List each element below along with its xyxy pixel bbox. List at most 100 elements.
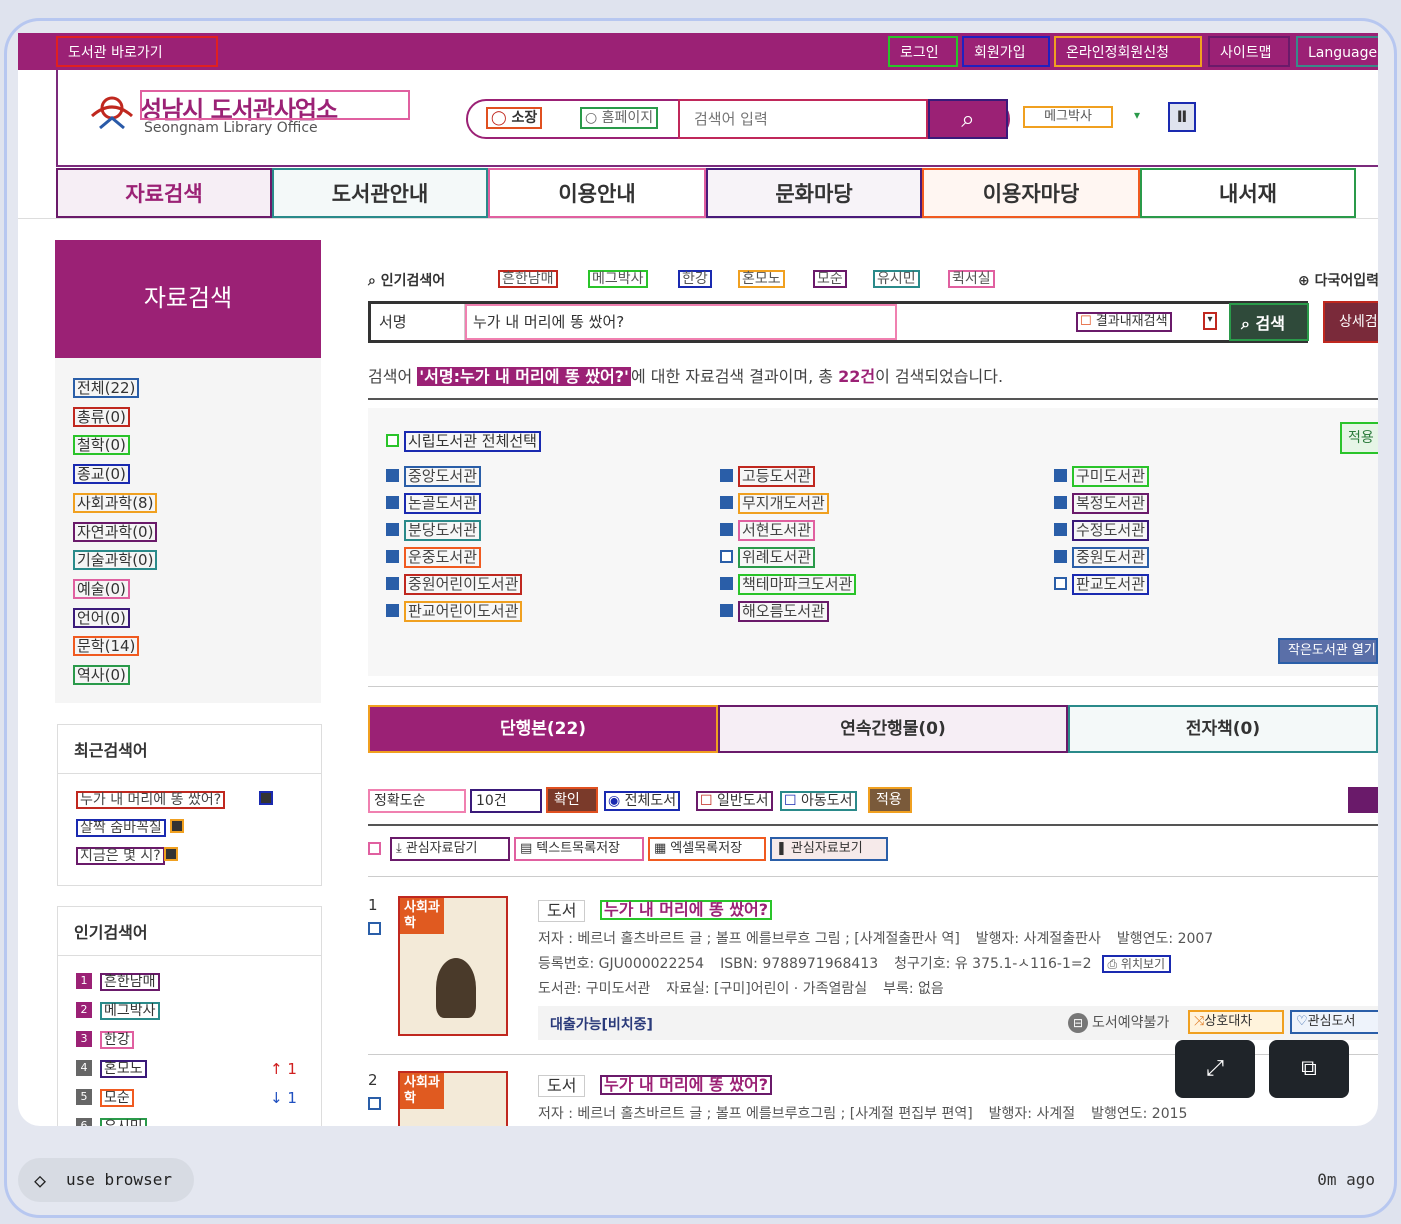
ticker-down-icon[interactable]: ▾: [1134, 108, 1140, 122]
popular-term[interactable]: 흔한남매: [100, 973, 160, 991]
library-checkbox[interactable]: [386, 469, 399, 482]
search-field-select[interactable]: 서명: [371, 304, 465, 340]
library-shortcut-link[interactable]: 도서관 바로가기: [56, 36, 218, 67]
library-checkbox[interactable]: [720, 523, 733, 536]
location-button[interactable]: ⎙ 위치보기: [1101, 955, 1172, 973]
result-title-link[interactable]: 누가 내 머리에 똥 쌌어?: [600, 900, 773, 920]
library-checkbox[interactable]: [1054, 496, 1067, 509]
popular-term[interactable]: 메그박사: [100, 1002, 160, 1020]
library-checkbox[interactable]: [386, 604, 399, 617]
nav-item-search[interactable]: 자료검색: [56, 168, 272, 218]
apply-filter-button[interactable]: 적용: [868, 787, 912, 813]
site-logo[interactable]: 성남시 도서관사업소 Seongnam Library Office: [86, 86, 410, 146]
popular-term[interactable]: 혼모노: [100, 1060, 147, 1078]
language-button[interactable]: Language: [1296, 36, 1378, 67]
open-external-button[interactable]: ⧉: [1269, 1040, 1349, 1098]
category-item[interactable]: 종교(0): [73, 464, 130, 485]
select-all-checkbox[interactable]: [368, 842, 381, 855]
login-link[interactable]: 로그인: [888, 36, 958, 67]
library-checkbox[interactable]: [720, 550, 733, 563]
library-checkbox[interactable]: [386, 577, 399, 590]
radio-holdings[interactable]: ◯ 소장: [486, 107, 543, 129]
sitemap-link[interactable]: 사이트맵: [1208, 36, 1290, 67]
popular-keyword[interactable]: 흔한남매: [498, 270, 558, 288]
delete-recent-icon[interactable]: [164, 847, 178, 861]
library-checkbox[interactable]: [386, 523, 399, 536]
save-excel-button[interactable]: ▦ 엑셀목록저장: [648, 837, 766, 861]
category-item[interactable]: 철학(0): [73, 435, 130, 456]
category-item[interactable]: 문학(14): [73, 636, 140, 657]
popular-keyword[interactable]: 모순: [813, 270, 847, 288]
count-select[interactable]: 10건: [470, 789, 542, 813]
category-item[interactable]: 총류(0): [73, 406, 130, 427]
multilang-button[interactable]: ⊕ 다국어입력: [1298, 270, 1378, 290]
library-checkbox[interactable]: [720, 496, 733, 509]
book-cover[interactable]: 사회과학: [398, 896, 508, 1036]
nav-item-usage[interactable]: 이용안내: [488, 168, 706, 218]
tab-books[interactable]: 단행본(22): [368, 705, 718, 753]
detail-search-button[interactable]: 상세검색: [1323, 301, 1378, 343]
apply-library-button[interactable]: 적용: [1340, 422, 1378, 454]
popular-keyword[interactable]: 한강: [678, 270, 712, 288]
pause-icon[interactable]: Ⅱ: [1168, 102, 1196, 132]
library-checkbox[interactable]: [1054, 550, 1067, 563]
library-checkbox[interactable]: [386, 496, 399, 509]
library-checkbox[interactable]: [720, 604, 733, 617]
nav-item-community[interactable]: 이용자마당: [922, 168, 1140, 218]
save-favorite-button[interactable]: ⤓ 관심자료담기: [390, 837, 510, 861]
rescan-toggle-icon[interactable]: ▾: [1203, 312, 1217, 330]
online-member-link[interactable]: 온라인정회원신청: [1054, 36, 1202, 67]
category-item[interactable]: 자연과학(0): [73, 521, 158, 542]
library-checkbox[interactable]: [720, 577, 733, 590]
interlibrary-loan-button[interactable]: ⤨상호대차: [1188, 1010, 1284, 1034]
all-libraries-checkbox[interactable]: [386, 434, 399, 447]
result-checkbox[interactable]: [368, 922, 381, 935]
recent-search-term[interactable]: 살짝 숨바꼭질: [76, 819, 166, 837]
popular-keyword[interactable]: 퀵서실: [948, 270, 995, 288]
category-item[interactable]: 기술과학(0): [73, 550, 158, 571]
delete-recent-icon[interactable]: [170, 819, 184, 833]
category-item[interactable]: 예술(0): [73, 578, 130, 599]
main-search-button[interactable]: ⌕ 검색: [1229, 303, 1309, 341]
recent-search-term[interactable]: 누가 내 머리에 똥 쌌어?: [76, 791, 226, 809]
join-link[interactable]: 회원가입: [962, 36, 1050, 67]
page-nav-button[interactable]: [1348, 787, 1378, 813]
tab-serials[interactable]: 연속간행물(0): [718, 705, 1068, 753]
radio-homepage[interactable]: ○ 홈페이지: [580, 107, 659, 129]
filter-all-books[interactable]: ◉ 전체도서: [604, 791, 681, 811]
popular-term[interactable]: 유시민: [100, 1118, 147, 1126]
confirm-button[interactable]: 확인: [546, 787, 598, 813]
library-checkbox[interactable]: [1054, 577, 1067, 590]
ticker-text[interactable]: 메그박사: [1023, 106, 1113, 128]
category-item[interactable]: 사회과학(8): [73, 492, 158, 513]
main-search-input[interactable]: 누가 내 머리에 똥 쌌어?: [465, 304, 897, 340]
nav-item-culture[interactable]: 문화마당: [706, 168, 922, 218]
library-checkbox[interactable]: [386, 550, 399, 563]
sort-select[interactable]: 정확도순: [368, 789, 466, 813]
view-favorite-button[interactable]: ❚ 관심자료보기: [770, 837, 888, 861]
small-library-button[interactable]: 작은도서관 열기: [1278, 638, 1378, 664]
category-item[interactable]: 역사(0): [73, 665, 130, 685]
header-search-button[interactable]: ⌕: [928, 99, 1008, 139]
popular-term[interactable]: 한강: [100, 1031, 134, 1049]
header-search-input[interactable]: [678, 99, 928, 139]
nav-item-library-info[interactable]: 도서관안내: [272, 168, 488, 218]
save-text-button[interactable]: ▤ 텍스트목록저장: [514, 837, 644, 861]
result-checkbox[interactable]: [368, 1097, 381, 1110]
library-checkbox[interactable]: [1054, 469, 1067, 482]
recent-search-term[interactable]: 지금은 몇 시?: [76, 847, 165, 865]
popular-term[interactable]: 모순: [100, 1089, 134, 1107]
library-checkbox[interactable]: [720, 469, 733, 482]
popular-keyword[interactable]: 유시민: [873, 270, 920, 288]
result-title-link[interactable]: 누가 내 머리에 똥 쌌어?: [600, 1075, 773, 1095]
rescan-checkbox[interactable]: ☐ 결과내재검색: [1076, 312, 1172, 332]
favorite-book-button[interactable]: ♡관심도서: [1290, 1010, 1378, 1034]
category-item[interactable]: 언어(0): [73, 607, 130, 628]
tab-ebooks[interactable]: 전자책(0): [1068, 705, 1378, 753]
nav-item-my-library[interactable]: 내서재: [1140, 168, 1356, 218]
popular-keyword[interactable]: 메그박사: [588, 270, 648, 288]
category-item[interactable]: 전체(22): [73, 378, 140, 398]
delete-recent-icon[interactable]: [259, 791, 273, 805]
popular-keyword[interactable]: 혼모노: [738, 270, 785, 288]
filter-general-books[interactable]: ☐ 일반도서: [696, 791, 773, 811]
